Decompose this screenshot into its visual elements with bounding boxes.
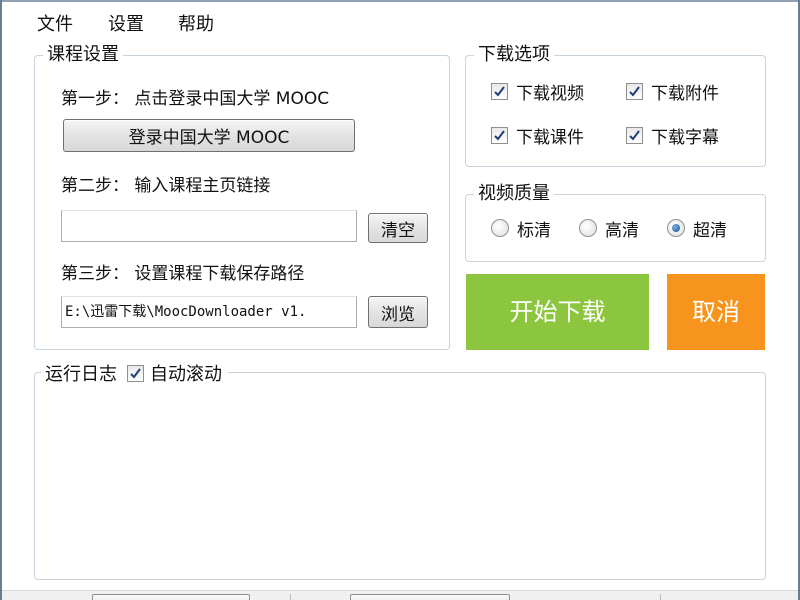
- status-separator: [660, 594, 661, 600]
- window-frame-top: [0, 0, 800, 2]
- status-button-1[interactable]: [92, 594, 250, 600]
- status-button-2[interactable]: [350, 594, 510, 600]
- run-log-title: 运行日志: [45, 364, 117, 385]
- step2-label: 第二步： 输入课程主页链接: [61, 176, 271, 196]
- cancel-button[interactable]: 取消: [667, 274, 765, 350]
- quality-hd-label: 高清: [605, 220, 639, 241]
- quality-sd-label: 标清: [517, 220, 551, 241]
- quality-hd-radio[interactable]: [579, 219, 597, 237]
- start-download-button[interactable]: 开始下载: [466, 274, 649, 350]
- browse-button[interactable]: 浏览: [368, 296, 428, 328]
- subtitle-checkbox[interactable]: [626, 126, 643, 144]
- quality-sd-radio[interactable]: [491, 219, 509, 237]
- course-settings-title: 课程设置: [43, 43, 123, 67]
- download-options-group: 下载选项 下载视频 下载附件 下载课件 下载字幕: [465, 43, 766, 167]
- video-checkbox[interactable]: [491, 82, 508, 100]
- autoscroll-label[interactable]: 自动滚动: [150, 360, 222, 386]
- option-attachment-label: 下载附件: [651, 83, 719, 104]
- radio-selected-dot: [672, 224, 680, 232]
- option-video[interactable]: 下载视频: [491, 79, 584, 104]
- attachment-checkbox[interactable]: [626, 82, 643, 100]
- option-subtitle-label: 下载字幕: [651, 127, 719, 148]
- quality-sd[interactable]: 标清: [491, 216, 551, 241]
- course-url-input[interactable]: [61, 210, 357, 242]
- step3-label: 第三步： 设置课程下载保存路径: [61, 264, 305, 284]
- menu-bar: 文件 设置 帮助: [2, 4, 798, 38]
- run-log-group: 运行日志 自动滚动: [34, 360, 766, 580]
- step1-label: 第一步： 点击登录中国大学 MOOC: [61, 89, 330, 109]
- option-courseware-label: 下载课件: [516, 127, 584, 148]
- video-quality-title: 视频质量: [474, 182, 554, 206]
- option-video-label: 下载视频: [516, 83, 584, 104]
- quality-hd[interactable]: 高清: [579, 216, 639, 241]
- option-subtitle[interactable]: 下载字幕: [626, 123, 719, 148]
- option-attachment[interactable]: 下载附件: [626, 79, 719, 104]
- autoscroll-checkbox[interactable]: [127, 364, 144, 382]
- run-log-header: 运行日志 自动滚动: [41, 360, 228, 386]
- check-icon: [494, 85, 505, 97]
- check-icon: [629, 85, 640, 97]
- menu-help[interactable]: 帮助: [178, 10, 214, 36]
- course-settings-group: 课程设置 第一步： 点击登录中国大学 MOOC 登录中国大学 MOOC 第二步：…: [34, 43, 450, 350]
- menu-settings[interactable]: 设置: [108, 10, 144, 36]
- check-icon: [130, 367, 141, 379]
- menu-file[interactable]: 文件: [37, 10, 73, 36]
- quality-uhd-radio[interactable]: [667, 219, 685, 237]
- run-log-content: [43, 393, 757, 571]
- quality-uhd[interactable]: 超清: [667, 216, 727, 241]
- clear-button[interactable]: 清空: [368, 213, 428, 243]
- login-mooc-button[interactable]: 登录中国大学 MOOC: [63, 119, 355, 152]
- quality-uhd-label: 超清: [693, 220, 727, 241]
- video-quality-group: 视频质量 标清 高清 超清: [465, 182, 766, 262]
- status-separator: [290, 594, 291, 600]
- courseware-checkbox[interactable]: [491, 126, 508, 144]
- check-icon: [629, 129, 640, 141]
- option-courseware[interactable]: 下载课件: [491, 123, 584, 148]
- save-path-input[interactable]: E:\迅雷下载\MoocDownloader v1.: [61, 296, 357, 328]
- window-frame-left: [0, 0, 2, 600]
- download-options-title: 下载选项: [474, 43, 554, 67]
- check-icon: [494, 129, 505, 141]
